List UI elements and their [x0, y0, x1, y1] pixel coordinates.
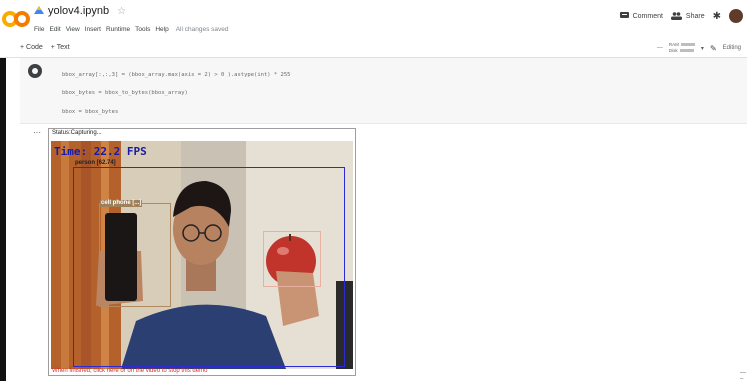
bbox-label-phone: cell phone [...]	[100, 200, 143, 207]
comment-label: Comment	[632, 12, 663, 20]
menu-tools[interactable]: Tools	[135, 26, 150, 33]
connected-check-icon: —	[656, 45, 663, 51]
notebook-toolbar: + Code + Text — RAM Disk ▾ ✎ Editing	[0, 40, 747, 58]
stop-demo-caption[interactable]: When finished, click here or on the vide…	[52, 368, 207, 374]
add-text-button[interactable]: + Text	[51, 44, 70, 51]
runtime-status: — RAM Disk ▾ ✎ Editing	[657, 42, 741, 54]
bbox-label-person: person [62.74]	[75, 160, 116, 166]
output-menu-icon[interactable]: ⋯	[33, 128, 41, 137]
cell-output: Status:Capturing... Time: 22.2 FPS perso…	[48, 128, 356, 376]
comment-icon	[619, 12, 629, 18]
share-people-icon	[670, 12, 682, 20]
runtime-dropdown-icon[interactable]: ▾	[701, 45, 704, 52]
title-row: yolov4.ipynb ☆	[34, 5, 126, 17]
colab-logo-icon[interactable]	[2, 8, 30, 30]
menu-runtime[interactable]: Runtime	[106, 26, 130, 33]
ram-bar	[680, 43, 695, 47]
share-label: Share	[685, 12, 705, 20]
notebook-title[interactable]: yolov4.ipynb	[48, 5, 109, 17]
fps-overlay: Time: 22.2 FPS	[54, 145, 147, 158]
drive-icon	[34, 6, 44, 14]
save-status: All changes saved	[175, 26, 229, 33]
code-line: bbox = bbox_bytes	[62, 109, 119, 115]
bbox-apple	[263, 231, 321, 287]
share-button[interactable]: Share	[670, 12, 705, 20]
scroll-indicator-icon: — ‒	[740, 370, 746, 382]
code-line: bbox_bytes = bbox_to_bytes(bbox_array)	[62, 90, 188, 96]
ram-disk-meter[interactable]: RAM Disk	[669, 42, 695, 54]
menu-help[interactable]: Help	[155, 26, 168, 33]
code-cell[interactable]: bbox_array[:,:,3] = (bbox_array.max(axis…	[20, 58, 747, 124]
disk-label: Disk	[668, 48, 678, 53]
insert-buttons: + Code + Text	[20, 44, 70, 51]
user-avatar[interactable]	[729, 9, 743, 23]
status-text: Status:Capturing...	[52, 130, 102, 136]
menu-insert[interactable]: Insert	[85, 26, 101, 33]
menu-view[interactable]: View	[66, 26, 80, 33]
bbox-phone	[99, 203, 171, 307]
header-actions: Comment Share ✱	[619, 9, 743, 23]
star-icon[interactable]: ☆	[117, 6, 126, 17]
comment-button[interactable]: Comment	[619, 12, 663, 20]
webcam-video[interactable]: Time: 22.2 FPS person [62.74] cell phone…	[51, 141, 353, 369]
top-bar: yolov4.ipynb ☆ File Edit View Insert Run…	[0, 0, 747, 40]
run-cell-icon[interactable]	[28, 64, 42, 78]
menu-file[interactable]: File	[34, 26, 44, 33]
menu-edit[interactable]: Edit	[49, 26, 60, 33]
add-code-button[interactable]: + Code	[20, 44, 43, 51]
pencil-icon: ✎	[709, 43, 717, 53]
left-panel-strip	[0, 58, 6, 381]
settings-gear-icon[interactable]: ✱	[713, 11, 721, 22]
editing-mode[interactable]: Editing	[723, 45, 741, 51]
ram-label: RAM	[668, 42, 679, 47]
menu-bar: File Edit View Insert Runtime Tools Help…	[34, 26, 228, 33]
disk-bar	[679, 49, 694, 53]
code-line: bbox_array[:,:,3] = (bbox_array.max(axis…	[62, 72, 291, 78]
